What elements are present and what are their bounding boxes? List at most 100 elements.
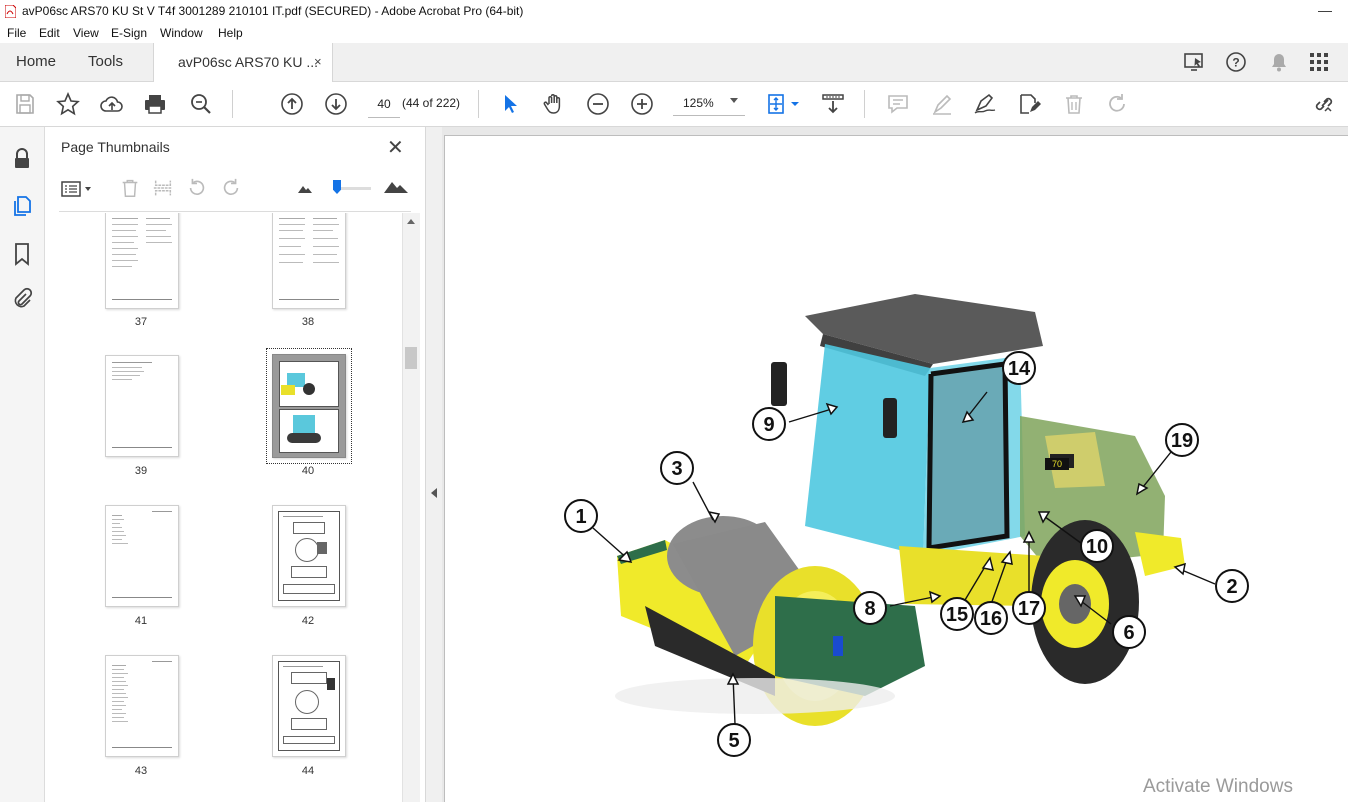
delete-icon[interactable]	[1062, 92, 1086, 116]
hand-icon[interactable]	[542, 92, 566, 116]
thumbnail-label: 44	[301, 765, 315, 777]
thumbnail-page[interactable]	[105, 355, 179, 457]
upload-cloud-icon[interactable]	[100, 92, 124, 116]
delete-page-icon[interactable]	[119, 177, 141, 199]
collapse-panel-icon[interactable]	[431, 488, 437, 498]
extract-page-icon[interactable]	[152, 177, 174, 199]
callout-layer: 1 2 3 5 6 8 9 10 14 15 16 17 19	[564, 351, 1249, 757]
menu-help[interactable]: Help	[218, 26, 243, 40]
comment-icon[interactable]	[886, 92, 910, 116]
edit-pdf-icon[interactable]	[1017, 92, 1041, 116]
thumbnail-page[interactable]	[105, 213, 179, 309]
callout-14: 14	[1008, 358, 1031, 380]
bookmark-star-icon[interactable]	[56, 91, 80, 116]
tab-tools[interactable]: Tools	[88, 43, 123, 81]
menu-window[interactable]: Window	[160, 26, 203, 40]
page-down-icon[interactable]	[324, 92, 348, 116]
toolbar-separator	[864, 90, 865, 118]
bookmark-icon[interactable]	[10, 242, 34, 266]
callout-9: 9	[763, 414, 774, 436]
options-menu-icon[interactable]	[61, 179, 95, 199]
callout-1: 1	[575, 506, 586, 528]
tab-document[interactable]: avP06sc ARS70 KU ... ×	[153, 43, 333, 82]
thumbnail-page-selected[interactable]	[272, 354, 346, 458]
callout-6: 6	[1123, 622, 1134, 644]
callout-15: 15	[946, 604, 968, 626]
menu-bar: File Edit View E-Sign Window Help	[0, 23, 1348, 43]
redo-icon[interactable]	[1105, 92, 1129, 116]
pdf-file-icon	[5, 5, 16, 18]
callout-5: 5	[728, 730, 739, 752]
pdf-page: 70 1 2 3 5 6 8 9 10 14 15 16 17 19	[444, 135, 1348, 802]
thumbnail-label: 38	[301, 316, 315, 328]
rotate-right-icon[interactable]	[220, 177, 242, 199]
menu-file[interactable]: File	[7, 26, 26, 40]
thumbnail-toolbar	[59, 167, 411, 212]
page-count: (44 of 222)	[402, 96, 461, 110]
toolbar-separator	[478, 90, 479, 118]
thumbnail-size-slider[interactable]	[333, 180, 371, 194]
lock-icon[interactable]	[10, 147, 34, 171]
thumbnail-label: 37	[134, 316, 148, 328]
zoom-select[interactable]: 125%	[673, 91, 745, 116]
tab-close-icon[interactable]: ×	[314, 43, 322, 81]
pages-icon[interactable]	[10, 194, 34, 218]
thumbnail-label: 40	[301, 465, 315, 477]
tab-bar: Home Tools avP06sc ARS70 KU ... × ?	[0, 43, 1348, 82]
scrollbar-thumb[interactable]	[405, 347, 417, 369]
thumbnail-smaller-icon[interactable]	[297, 181, 313, 195]
thumbnail-larger-icon[interactable]	[383, 177, 409, 195]
notification-bell-icon[interactable]	[1267, 51, 1291, 73]
slider-handle[interactable]	[333, 180, 341, 194]
callout-16: 16	[980, 608, 1002, 630]
window-title: avP06sc ARS70 KU St V T4f 3001289 210101…	[22, 4, 524, 18]
page-thumbnails-panel: Page Thumbnails ✕ 37 38 39 40 41 42 43 4…	[45, 127, 426, 802]
zoom-value: 125%	[683, 96, 714, 110]
chevron-down-icon	[730, 98, 738, 103]
document-viewer: 70 1 2 3 5 6 8 9 10 14 15 16 17 19	[442, 127, 1348, 802]
thumbnail-scrollbar[interactable]	[402, 213, 420, 802]
activate-windows-watermark: Activate Windows	[1143, 776, 1293, 797]
thumbnail-page[interactable]	[272, 213, 346, 309]
zoom-out-icon[interactable]	[586, 92, 610, 116]
tab-document-label: avP06sc ARS70 KU ...	[178, 54, 319, 70]
select-cursor-icon[interactable]	[498, 92, 522, 116]
apps-grid-icon[interactable]	[1307, 51, 1331, 73]
thumbnail-page[interactable]	[272, 505, 346, 607]
left-rail	[0, 127, 45, 802]
share-screen-icon[interactable]	[1183, 51, 1207, 73]
share-link-icon[interactable]	[1312, 92, 1336, 116]
close-icon[interactable]: ✕	[387, 135, 404, 160]
callout-19: 19	[1171, 430, 1193, 452]
scroll-up-icon[interactable]	[407, 219, 415, 224]
fit-page-icon[interactable]	[765, 92, 801, 116]
thumbnail-page[interactable]	[272, 655, 346, 757]
rotate-left-icon[interactable]	[186, 177, 208, 199]
panel-splitter[interactable]	[426, 127, 442, 802]
thumbnail-page[interactable]	[105, 655, 179, 757]
menu-esign[interactable]: E-Sign	[111, 26, 147, 40]
callout-8: 8	[864, 598, 875, 620]
panel-title: Page Thumbnails	[61, 139, 170, 155]
print-icon[interactable]	[143, 92, 167, 116]
thumbnail-label: 39	[134, 465, 148, 477]
zoom-in-icon[interactable]	[630, 92, 654, 116]
scroll-mode-icon[interactable]	[821, 92, 845, 116]
minimize-button[interactable]: —	[1318, 2, 1332, 18]
menu-view[interactable]: View	[73, 26, 99, 40]
page-number-input[interactable]	[368, 91, 400, 118]
thumbnail-page[interactable]	[105, 505, 179, 607]
save-icon[interactable]	[13, 92, 37, 116]
page-up-icon[interactable]	[280, 92, 304, 116]
thumbnail-label: 43	[134, 765, 148, 777]
svg-text:?: ?	[1232, 56, 1239, 70]
tab-home[interactable]: Home	[16, 43, 56, 81]
highlight-icon[interactable]	[930, 92, 954, 116]
sign-icon[interactable]	[973, 92, 997, 116]
callout-3: 3	[671, 458, 682, 480]
thumbnail-label: 41	[134, 615, 148, 627]
attachment-icon[interactable]	[10, 287, 34, 311]
help-icon[interactable]: ?	[1225, 51, 1249, 73]
zoom-search-icon[interactable]	[189, 92, 213, 116]
menu-edit[interactable]: Edit	[39, 26, 60, 40]
